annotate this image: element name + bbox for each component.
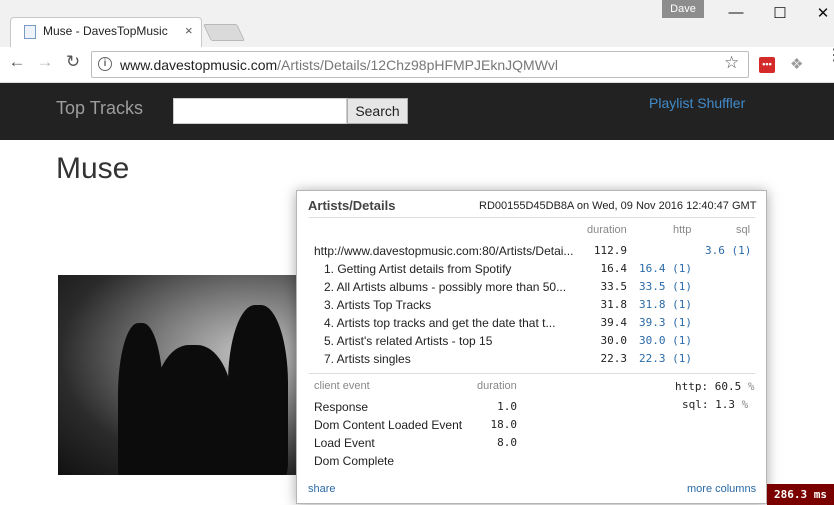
step-http[interactable]: 22.3 (1) [639,352,692,365]
browser-menu-icon[interactable]: ⋮ [826,48,834,64]
playlist-shuffler-link[interactable]: Playlist Shuffler [649,95,745,111]
url-path: /Artists/Details/12Chz98pHFMPJEknJQMWvl [277,57,559,73]
client-duration-header: duration [477,380,517,392]
step-http[interactable]: 39.3 (1) [639,316,692,329]
http-count: (1) [672,280,692,293]
artist-photo [58,275,298,475]
client-event-header: client event [314,380,370,392]
http-time: 30.0 [639,334,666,347]
profiler-root-duration: 112.9 [593,244,627,257]
summary-value: 60.5 [714,380,742,393]
reload-icon[interactable]: ↻ [62,52,84,72]
page-favicon-icon [24,25,36,39]
http-count: (1) [672,352,692,365]
more-columns-link[interactable]: more columns [687,483,756,495]
search-button[interactable]: Search [347,98,408,124]
step-duration: 16.4 [600,262,628,275]
tab-close-icon[interactable]: × [185,23,193,38]
sql-time: 3.6 [705,244,725,257]
artist-heading: Muse [56,152,130,185]
http-count: (1) [672,334,692,347]
client-event-label: Load Event [314,436,375,450]
step-label: 1. Getting Artist details from Spotify [324,262,512,276]
profiler-title: Artists/Details [308,198,396,213]
step-duration: 22.3 [600,352,628,365]
step-label: 5. Artist's related Artists - top 15 [324,334,493,348]
mini-profiler-popup: Artists/Details RD00155D45DB8A on Wed, 0… [296,190,767,504]
col-http-header: http [673,224,692,236]
url-text[interactable]: www.davestopmusic.com/Artists/Details/12… [120,57,558,73]
profiler-divider [309,373,755,374]
minimize-icon[interactable]: — [726,4,746,21]
client-event-label: Dom Complete [314,454,395,468]
forward-icon[interactable]: → [34,52,56,72]
profiler-root-label[interactable]: http://www.davestopmusic.com:80/Artists/… [314,244,573,258]
profiler-root-sql[interactable]: 3.6 (1) [705,244,751,257]
profiler-timer-badge[interactable]: 286.3 ms [767,484,834,505]
client-event-duration: 8.0 [497,436,517,449]
extension-red-icon[interactable]: ••• [759,57,775,73]
summary-label: http: [675,380,709,393]
step-http[interactable]: 30.0 (1) [639,334,692,347]
http-time: 16.4 [639,262,666,275]
step-duration: 33.5 [600,280,628,293]
back-icon[interactable]: ← [6,52,28,72]
summary-value: 1.3 [715,398,735,411]
share-link[interactable]: share [308,483,336,495]
client-event-label: Dom Content Loaded Event [314,418,463,432]
http-count: (1) [672,298,692,311]
step-http[interactable]: 33.5 (1) [639,280,692,293]
step-label: 7. Artists singles [324,352,411,366]
col-duration-header: duration [587,224,627,236]
url-host: www.davestopmusic.com [120,57,278,73]
step-duration: 31.8 [600,298,628,311]
client-event-duration: 18.0 [490,418,518,431]
step-http[interactable]: 31.8 (1) [639,298,692,311]
profiler-divider [309,217,755,218]
maximize-icon[interactable]: ☐ [770,4,790,22]
summary-sql: sql: 1.3 % [682,398,748,411]
http-count: (1) [672,316,692,329]
tab-title[interactable]: Muse - DavesTopMusic [43,24,168,38]
step-duration: 30.0 [600,334,628,347]
http-time: 22.3 [639,352,666,365]
step-http[interactable]: 16.4 (1) [639,262,692,275]
summary-label: sql: [682,398,709,411]
http-count: (1) [672,262,692,275]
search-input[interactable] [173,98,347,124]
col-sql-header: sql [736,224,751,236]
profiler-meta: RD00155D45DB8A on Wed, 09 Nov 2016 12:40… [479,200,757,212]
http-time: 39.3 [639,316,666,329]
profile-badge[interactable]: Dave [662,0,704,18]
step-label: 4. Artists top tracks and get the date t… [324,316,556,330]
client-event-duration: 1.0 [497,400,517,413]
http-time: 33.5 [639,280,666,293]
window-close-icon[interactable]: ✕ [813,4,833,22]
summary-unit: % [741,398,749,411]
new-tab-button[interactable] [203,24,245,41]
step-label: 3. Artists Top Tracks [324,298,432,312]
http-time: 31.8 [639,298,666,311]
site-info-icon[interactable]: i [98,57,112,71]
step-duration: 39.4 [600,316,628,329]
summary-unit: % [747,380,755,393]
site-brand[interactable]: Top Tracks [56,98,143,119]
summary-http: http: 60.5 % [675,380,755,393]
sql-count: (1) [731,244,752,257]
bookmark-star-icon[interactable]: ☆ [724,53,739,73]
client-event-label: Response [314,400,369,414]
dropbox-extension-icon[interactable]: ❖ [790,55,803,73]
step-label: 2. All Artists albums - possibly more th… [324,280,567,294]
